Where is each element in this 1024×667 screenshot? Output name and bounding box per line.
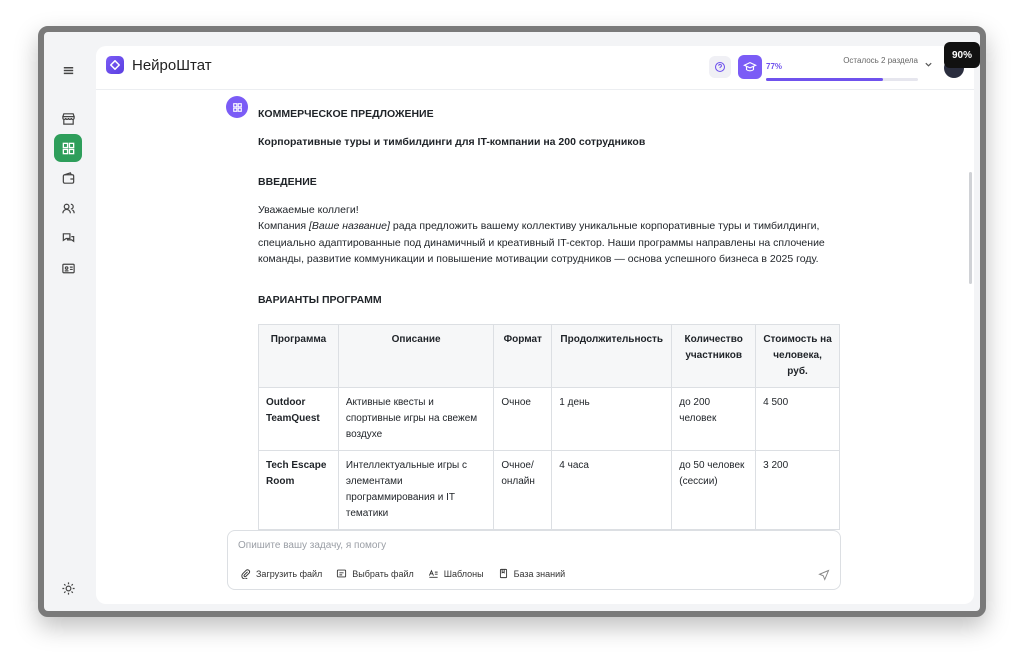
send-icon (818, 569, 830, 581)
chat-icon[interactable] (54, 224, 82, 252)
col-format: Формат (493, 324, 553, 388)
cell-format: Очное (493, 387, 553, 451)
logo[interactable]: НейроШтат (106, 56, 212, 74)
progress-percent: 77% (766, 62, 783, 71)
help-button[interactable] (709, 56, 731, 78)
intro-heading: ВВЕДЕНИЕ (258, 176, 317, 188)
folder-icon (337, 569, 347, 578)
cell-format: Очное/ онлайн (493, 450, 553, 530)
zoom-indicator: 90% (944, 42, 980, 68)
logo-icon (106, 56, 124, 74)
book-icon (499, 568, 507, 579)
progress-remaining: Осталось 2 раздела (843, 56, 918, 65)
progress-bar (766, 78, 918, 81)
knowledge-base-label: База знаний (513, 568, 566, 579)
sun-icon[interactable] (54, 574, 82, 602)
doc-title: КОММЕРЧЕСКОЕ ПРЕДЛОЖЕНИЕ (258, 108, 434, 120)
cell-participants: до 50 человек (сессии) (671, 450, 757, 530)
upload-file-label: Загрузить файл (256, 568, 323, 579)
table-row: Outdoor TeamQuest Активные квесты и спор… (258, 387, 840, 451)
wallet-icon[interactable] (54, 164, 82, 192)
programs-heading: ВАРИАНТЫ ПРОГРАММ (258, 294, 382, 306)
chevron-down-icon[interactable] (924, 60, 933, 72)
grid-icon[interactable] (54, 134, 82, 162)
app-window: НейроШтат 77% Осталось 2 раздела КОММЕРЧ… (38, 26, 986, 617)
task-input[interactable] (238, 540, 798, 551)
cell-price: 3 200 (755, 450, 840, 530)
scrollbar[interactable] (969, 172, 972, 284)
graduation-cap-icon (743, 61, 757, 72)
company-placeholder: [Ваше название] (308, 220, 390, 232)
cell-description: Активные квесты и спортивные игры на све… (337, 387, 495, 451)
main-panel: НейроШтат 77% Осталось 2 раздела КОММЕРЧ… (96, 46, 974, 604)
chat-content: КОММЕРЧЕСКОЕ ПРЕДЛОЖЕНИЕ Корпоративные т… (96, 90, 964, 530)
assistant-avatar-icon (226, 96, 248, 118)
cell-duration: 1 день (551, 387, 673, 451)
cell-price: 4 500 (755, 387, 840, 451)
table-row: Tech Escape Room Интеллектуальные игры с… (258, 450, 840, 530)
progress-widget[interactable]: 77% Осталось 2 раздела (766, 56, 918, 81)
users-icon[interactable] (54, 194, 82, 222)
upload-file-button[interactable]: Загрузить файл (240, 568, 322, 579)
col-program: Программа (258, 324, 339, 388)
intro-paragraph: Компания [Ваше название] рада предложить… (258, 218, 828, 268)
text-format-icon (428, 569, 438, 578)
col-participants: Количество участников (671, 324, 757, 388)
composer: Загрузить файл Выбрать файл Шаблоны База… (227, 530, 841, 590)
progress-fill (766, 78, 884, 81)
choose-file-button[interactable]: Выбрать файл (336, 568, 414, 579)
knowledge-base-button[interactable]: База знаний (498, 568, 566, 579)
send-button[interactable] (818, 568, 830, 586)
cell-program: Outdoor TeamQuest (258, 387, 339, 451)
learning-button[interactable] (738, 55, 762, 79)
cell-participants: до 200 человек (671, 387, 757, 451)
question-icon (714, 61, 726, 73)
col-description: Описание (337, 324, 495, 388)
greeting: Уважаемые коллеги! (258, 204, 359, 216)
doc-subtitle: Корпоративные туры и тимбилдинги для IT-… (258, 136, 646, 148)
col-duration: Продолжительность (551, 324, 673, 388)
composer-actions: Загрузить файл Выбрать файл Шаблоны База… (240, 568, 565, 579)
col-price: Стоимость на человека, руб. (755, 324, 840, 388)
store-icon[interactable] (54, 104, 82, 132)
templates-label: Шаблоны (443, 568, 484, 579)
templates-button[interactable]: Шаблоны (428, 568, 484, 579)
id-card-icon[interactable] (54, 254, 82, 282)
app-name: НейроШтат (132, 56, 212, 74)
paperclip-icon (241, 569, 251, 579)
top-bar: НейроШтат 77% Осталось 2 раздела (96, 46, 974, 90)
cell-program: Tech Escape Room (258, 450, 339, 530)
menu-icon[interactable] (54, 56, 82, 84)
choose-file-label: Выбрать файл (352, 568, 414, 579)
programs-table: Программа Описание Формат Продолжительно… (258, 324, 840, 530)
intro-prefix: Компания (258, 220, 309, 232)
sidebar (44, 32, 94, 611)
cell-duration: 4 часа (551, 450, 673, 530)
cell-description: Интеллектуальные игры с элементами прогр… (337, 450, 495, 530)
table-header-row: Программа Описание Формат Продолжительно… (258, 324, 840, 388)
